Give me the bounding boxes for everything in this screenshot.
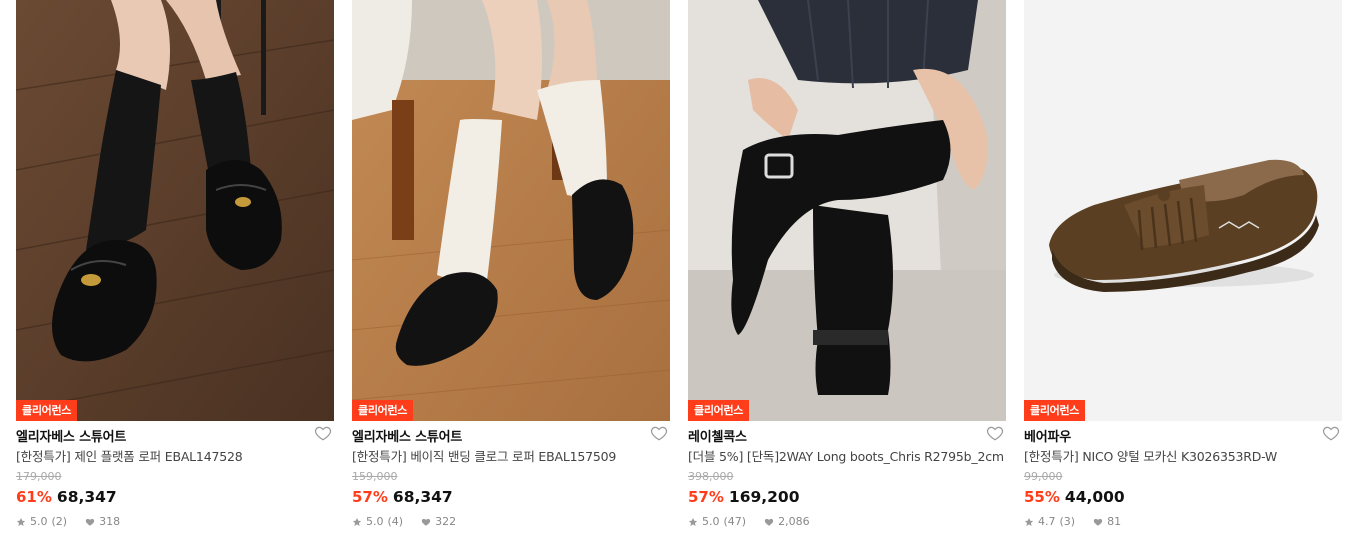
original-price: 99,000: [1024, 470, 1063, 483]
like-count: 81: [1107, 515, 1122, 528]
rating: 5.0: [702, 515, 720, 528]
clearance-badge: 클리어런스: [1024, 400, 1086, 421]
wishlist-heart-icon[interactable]: [650, 424, 668, 442]
discount-rate: 57%: [352, 488, 388, 506]
product-image[interactable]: 클리어런스: [1024, 0, 1342, 421]
discount-rate: 61%: [16, 488, 52, 506]
rating: 5.0: [30, 515, 48, 528]
product-meta: 4.7 (3) 81: [1024, 515, 1342, 529]
original-price: 159,000: [352, 470, 398, 483]
review-count: (2): [51, 515, 68, 528]
like-heart-icon: [421, 518, 431, 526]
product-card[interactable]: 클리어런스 엘리자베스 스튜어트 [한정특가] 베이직 밴딩 클로그 로퍼 EB…: [352, 0, 670, 559]
like-count: 2,086: [778, 515, 810, 528]
rating: 5.0: [366, 515, 384, 528]
star-icon: [352, 517, 362, 526]
product-image[interactable]: 클리어런스: [352, 0, 670, 421]
product-title[interactable]: [더블 5%] [단독]2WAY Long boots_Chris R2795b…: [688, 447, 1006, 466]
product-title[interactable]: [한정특가] NICO 양털 모카신 K3026353RD-W: [1024, 447, 1342, 466]
boots-photo-icon: [688, 0, 1006, 421]
product-image[interactable]: 클리어런스: [688, 0, 1006, 421]
brand-name[interactable]: 엘리자베스 스튜어트: [352, 426, 462, 445]
like-heart-icon: [1093, 518, 1103, 526]
price-row: 55% 44,000: [1024, 487, 1342, 507]
product-grid: 클리어런스 엘리자베스 스튜어트 [한정특가] 제인 플랫폼 로퍼 EBAL14…: [16, 0, 1342, 559]
sale-price: 68,347: [56, 488, 117, 506]
product-image[interactable]: 클리어런스: [16, 0, 334, 421]
star-icon: [688, 517, 698, 526]
moccasin-photo-icon: [1024, 0, 1342, 421]
star-icon: [1024, 517, 1034, 526]
price-row: 61% 68,347: [16, 487, 334, 507]
sale-price: 44,000: [1064, 488, 1125, 506]
brand-name[interactable]: 엘리자베스 스튜어트: [16, 426, 126, 445]
wishlist-heart-icon[interactable]: [986, 424, 1004, 442]
like-count: 318: [99, 515, 121, 528]
product-meta: 5.0 (4) 322: [352, 515, 670, 529]
clearance-badge: 클리어런스: [688, 400, 750, 421]
brand-name[interactable]: 레이첼콕스: [688, 426, 747, 445]
wishlist-heart-icon[interactable]: [314, 424, 332, 442]
discount-rate: 57%: [688, 488, 724, 506]
product-card[interactable]: 클리어런스 엘리자베스 스튜어트 [한정특가] 제인 플랫폼 로퍼 EBAL14…: [16, 0, 334, 559]
product-card[interactable]: 클리어런스 레이첼콕스 [더블 5%] [단독]2WAY Long boots_…: [688, 0, 1006, 559]
clearance-badge: 클리어런스: [16, 400, 78, 421]
brand-name[interactable]: 베어파우: [1024, 426, 1071, 445]
sale-price: 169,200: [728, 488, 800, 506]
original-price: 179,000: [16, 470, 62, 483]
loafer-photo-icon: [16, 0, 334, 421]
clearance-badge: 클리어런스: [352, 400, 414, 421]
rating: 4.7: [1038, 515, 1056, 528]
sale-price: 68,347: [392, 488, 453, 506]
like-count: 322: [435, 515, 457, 528]
review-count: (4): [387, 515, 404, 528]
product-title[interactable]: [한정특가] 베이직 밴딩 클로그 로퍼 EBAL157509: [352, 447, 670, 466]
product-card[interactable]: 클리어런스 베어파우 [한정특가] NICO 양털 모카신 K3026353RD…: [1024, 0, 1342, 559]
review-count: (47): [723, 515, 747, 528]
review-count: (3): [1059, 515, 1076, 528]
price-row: 57% 68,347: [352, 487, 670, 507]
product-title[interactable]: [한정특가] 제인 플랫폼 로퍼 EBAL147528: [16, 447, 334, 466]
original-price: 398,000: [688, 470, 734, 483]
wishlist-heart-icon[interactable]: [1322, 424, 1340, 442]
product-meta: 5.0 (2) 318: [16, 515, 334, 529]
discount-rate: 55%: [1024, 488, 1060, 506]
product-meta: 5.0 (47) 2,086: [688, 515, 1006, 529]
clog-photo-icon: [352, 0, 670, 421]
like-heart-icon: [764, 518, 774, 526]
like-heart-icon: [85, 518, 95, 526]
star-icon: [16, 517, 26, 526]
price-row: 57% 169,200: [688, 487, 1006, 507]
